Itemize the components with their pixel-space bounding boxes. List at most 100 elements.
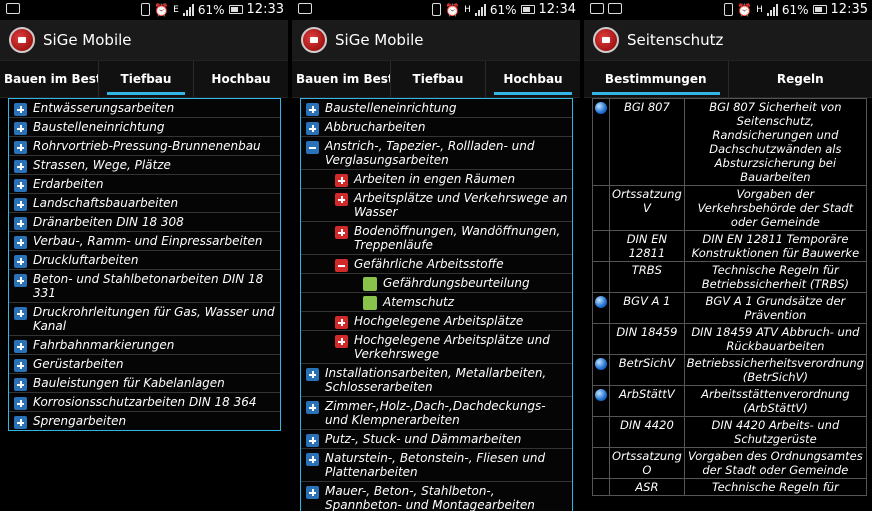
link-cell bbox=[592, 185, 610, 231]
list-item[interactable]: Gerüstarbeiten bbox=[9, 355, 280, 374]
table-row[interactable]: TRBS Technische Regeln für Betriebssicher… bbox=[592, 261, 868, 293]
description-cell: Vorgaben des Ordnungsamtes der Stadt ode… bbox=[683, 447, 868, 479]
tree-item[interactable]: Naturstein-, Betonstein-, Fliesen und Pl… bbox=[301, 449, 572, 482]
tab-regeln[interactable]: Regeln bbox=[727, 61, 872, 97]
expand-plus-icon[interactable] bbox=[306, 401, 319, 414]
expand-plus-icon[interactable] bbox=[306, 434, 319, 447]
table-row[interactable]: ArbStättV Arbeitsstättenverordnung (ArbSt… bbox=[592, 385, 868, 417]
list-item[interactable]: Beton- und Stahlbetonarbeiten DIN 18 331 bbox=[9, 270, 280, 303]
expand-plus-icon[interactable] bbox=[14, 307, 27, 320]
list-item[interactable]: Sprengarbeiten bbox=[9, 412, 280, 430]
code-cell: Ortssatzung O bbox=[609, 447, 685, 479]
list-item[interactable]: Baustelleneinrichtung bbox=[9, 118, 280, 137]
tab-hochbau[interactable]: Hochbau bbox=[193, 61, 288, 97]
tree-item[interactable]: Arbeiten in engen Räumen bbox=[301, 170, 572, 189]
expand-plus-icon[interactable] bbox=[306, 486, 319, 499]
leaf-node-icon bbox=[363, 296, 377, 310]
table-row[interactable]: BGV A 1 BGV A 1 Grundsätze der Prävention bbox=[592, 292, 868, 324]
table-row[interactable]: BetrSichV Betriebssicherheitsverordnung (… bbox=[592, 354, 868, 386]
tab-bestimmungen[interactable]: Bestimmungen bbox=[584, 61, 728, 97]
screenshot-icon bbox=[298, 3, 312, 14]
collapse-minus-icon[interactable] bbox=[306, 141, 319, 154]
expand-plus-icon[interactable] bbox=[14, 416, 27, 429]
expand-plus-icon[interactable] bbox=[14, 255, 27, 268]
tree-item[interactable]: Gefährdungsbeurteilung bbox=[301, 274, 572, 293]
tree-item[interactable]: Abbrucharbeiten bbox=[301, 118, 572, 137]
tree-item[interactable]: Installationsarbeiten, Metallarbeiten, S… bbox=[301, 364, 572, 397]
tree-item[interactable]: Baustelleneinrichtung bbox=[301, 99, 572, 118]
expand-plus-icon[interactable] bbox=[14, 141, 27, 154]
expand-plus-icon[interactable] bbox=[306, 103, 319, 116]
tree-item-label: Gefährliche Arbeitsstoffe bbox=[354, 257, 504, 271]
tree-item[interactable]: Arbeitsplätze und Verkehrswege an Wasser bbox=[301, 189, 572, 222]
expand-plus-icon[interactable] bbox=[335, 226, 348, 239]
tree-item[interactable]: Bodenöffnungen, Wandöffnungen, Treppenlä… bbox=[301, 222, 572, 255]
expand-plus-icon[interactable] bbox=[335, 193, 348, 206]
table-row[interactable]: BGI 807 BGI 807 Sicherheit von Seitenschu… bbox=[592, 98, 868, 186]
list-item[interactable]: Landschaftsbauarbeiten bbox=[9, 194, 280, 213]
list-item[interactable]: Verbau-, Ramm- und Einpressarbeiten bbox=[9, 232, 280, 251]
expand-plus-icon[interactable] bbox=[14, 198, 27, 211]
expand-plus-icon[interactable] bbox=[14, 359, 27, 372]
table-row[interactable]: ASR Technische Regeln für bbox=[592, 478, 868, 496]
list-item[interactable]: Bauleistungen für Kabelanlagen bbox=[9, 374, 280, 393]
list-item[interactable]: Dränarbeiten DIN 18 308 bbox=[9, 213, 280, 232]
table-row[interactable]: Ortssatzung O Vorgaben des Ordnungsamtes … bbox=[592, 447, 868, 479]
app-logo-icon[interactable] bbox=[593, 27, 619, 53]
tab-bauen-im-bestand[interactable]: Bauen im Bestand bbox=[0, 61, 98, 97]
expand-plus-icon[interactable] bbox=[14, 236, 27, 249]
expand-plus-icon[interactable] bbox=[14, 217, 27, 230]
table-row[interactable]: DIN EN 12811 DIN EN 12811 Temporäre Konst… bbox=[592, 230, 868, 262]
expand-plus-icon[interactable] bbox=[14, 397, 27, 410]
list-item-label: Strassen, Wege, Plätze bbox=[33, 158, 171, 172]
expand-plus-icon[interactable] bbox=[306, 368, 319, 381]
tree-item[interactable]: Atemschutz bbox=[301, 293, 572, 312]
list-item[interactable]: Fahrbahnmarkierungen bbox=[9, 336, 280, 355]
expand-plus-icon[interactable] bbox=[14, 378, 27, 391]
expand-plus-icon[interactable] bbox=[335, 316, 348, 329]
tree-item[interactable]: Hochgelegene Arbeitsplätze und Verkehrsw… bbox=[301, 331, 572, 364]
tree-item[interactable]: Anstrich-, Tapezier-, Rollladen- und Ver… bbox=[301, 137, 572, 170]
globe-icon[interactable] bbox=[595, 296, 607, 308]
expand-plus-icon[interactable] bbox=[335, 335, 348, 348]
tree-item[interactable]: Hochgelegene Arbeitsplätze bbox=[301, 312, 572, 331]
expand-plus-icon[interactable] bbox=[306, 122, 319, 135]
expand-plus-icon[interactable] bbox=[14, 340, 27, 353]
tree-item-label: Atemschutz bbox=[383, 295, 455, 309]
table-row[interactable]: Ortssatzung V Vorgaben der Verkehrsbehörd… bbox=[592, 185, 868, 231]
list-item[interactable]: Strassen, Wege, Plätze bbox=[9, 156, 280, 175]
expand-plus-icon[interactable] bbox=[306, 453, 319, 466]
expand-plus-icon[interactable] bbox=[14, 103, 27, 116]
expand-plus-icon[interactable] bbox=[14, 179, 27, 192]
list-item[interactable]: Druckrohrleitungen für Gas, Wasser und K… bbox=[9, 303, 280, 336]
expand-plus-icon[interactable] bbox=[14, 160, 27, 173]
tab-tiefbau[interactable]: Tiefbau bbox=[390, 61, 485, 97]
list-item[interactable]: Entwässerungsarbeiten bbox=[9, 99, 280, 118]
globe-icon[interactable] bbox=[595, 102, 607, 114]
globe-icon[interactable] bbox=[595, 358, 607, 370]
tree-item[interactable]: Mauer-, Beton-, Stahlbeton-, Spannbeton-… bbox=[301, 482, 572, 511]
expand-plus-icon[interactable] bbox=[14, 274, 27, 287]
expand-plus-icon[interactable] bbox=[335, 174, 348, 187]
status-bar: ⏰ E 61% 12:33 bbox=[0, 0, 288, 20]
tree-item[interactable]: Putz-, Stuck- und Dämmarbeiten bbox=[301, 430, 572, 449]
list-item[interactable]: Rohrvortrieb-Pressung-Brunnenenbau bbox=[9, 137, 280, 156]
globe-icon[interactable] bbox=[595, 389, 607, 401]
description-cell: Vorgaben der Verkehrsbehörde der Stadt o… bbox=[683, 185, 868, 231]
app-logo-icon[interactable] bbox=[9, 27, 35, 53]
expand-plus-icon[interactable] bbox=[14, 122, 27, 135]
table-row[interactable]: DIN 18459 DIN 18459 ATV Abbruch- und Rück… bbox=[592, 323, 868, 355]
tab-bauen-im-bestand[interactable]: Bauen im Bestand bbox=[292, 61, 390, 97]
tree-item[interactable]: Zimmer-,Holz-,Dach-,Dachdeckungs- und Kl… bbox=[301, 397, 572, 430]
tab-bar: Bauen im Bestand Tiefbau Hochbau bbox=[292, 61, 580, 98]
tab-hochbau[interactable]: Hochbau bbox=[485, 61, 580, 97]
tree-item[interactable]: Gefährliche Arbeitsstoffe bbox=[301, 255, 572, 274]
collapse-minus-icon[interactable] bbox=[335, 259, 348, 272]
table-row[interactable]: DIN 4420 DIN 4420 Arbeits- und Schutzgerü… bbox=[592, 416, 868, 448]
list-item[interactable]: Korrosionsschutzarbeiten DIN 18 364 bbox=[9, 393, 280, 412]
tab-tiefbau[interactable]: Tiefbau bbox=[98, 61, 193, 97]
app-logo-icon[interactable] bbox=[301, 27, 327, 53]
list-item[interactable]: Druckluftarbeiten bbox=[9, 251, 280, 270]
link-cell bbox=[592, 478, 610, 496]
list-item[interactable]: Erdarbeiten bbox=[9, 175, 280, 194]
